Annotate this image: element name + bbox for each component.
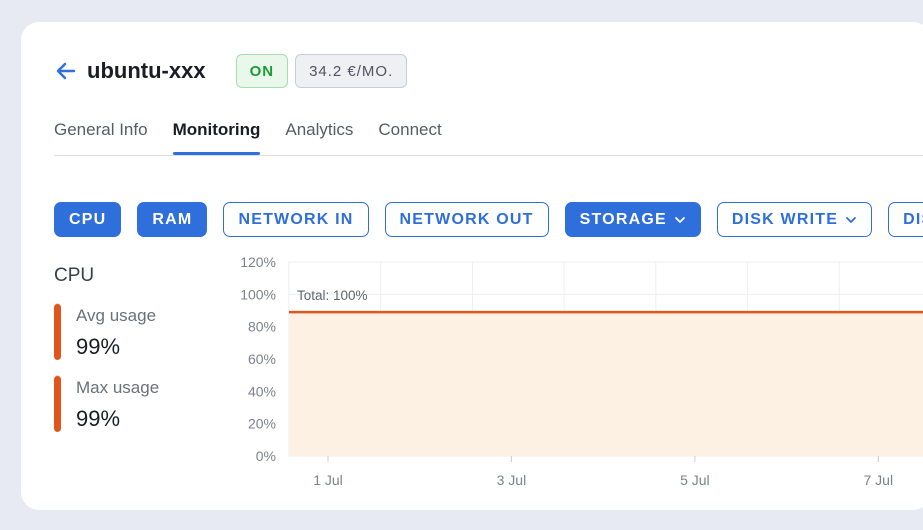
chevron-down-icon (674, 214, 686, 226)
metric-disk-write-button[interactable]: DISK WRITE (716, 202, 873, 237)
metric-network-in-label: NETWORK IN (238, 210, 354, 228)
metric-disk-read-button[interactable]: DIS (888, 202, 923, 237)
max-usage-label: Max usage (76, 378, 160, 397)
max-usage-fill (54, 375, 61, 432)
x-tick-label: 7 Jul (863, 472, 893, 488)
y-tick-label: 120% (240, 254, 276, 270)
tab-analytics[interactable]: Analytics (285, 118, 353, 155)
server-card: ubuntu-xxx ON 34.2 €/MO. General Info Mo… (21, 22, 923, 510)
tab-general-info[interactable]: General Info (54, 118, 148, 155)
metric-network-in-button[interactable]: NETWORK IN (223, 202, 369, 237)
avg-usage-label: Avg usage (76, 306, 157, 325)
avg-usage-fill (54, 303, 61, 360)
tab-connect[interactable]: Connect (378, 118, 441, 155)
y-tick-label: 80% (248, 319, 276, 335)
metric-title: CPU (54, 265, 95, 286)
metric-disk-read-label: DIS (903, 210, 923, 228)
tab-monitoring[interactable]: Monitoring (172, 118, 260, 155)
status-badge: ON (235, 54, 289, 88)
tabs-divider (54, 155, 923, 156)
metric-ram-button[interactable]: RAM (137, 202, 208, 237)
cpu-usage-chart: 0% 20% 40% 60% 80% 100% 120% Total: 100% 1 Jul 3 … (240, 254, 923, 488)
server-header: ubuntu-xxx ON 34.2 €/MO. (53, 54, 408, 88)
y-tick-label: 20% (248, 416, 276, 432)
tab-bar: General Info Monitoring Analytics Connec… (54, 118, 467, 155)
total-annotation: Total: 100% (297, 288, 368, 303)
metric-selector: CPU RAM NETWORK IN NETWORK OUT STORAGE D… (54, 202, 923, 237)
avg-usage-bar (54, 303, 61, 360)
x-tick-label: 1 Jul (313, 472, 343, 488)
max-usage-bar (54, 375, 61, 432)
y-tick-label: 60% (248, 351, 276, 367)
price-badge: 34.2 €/MO. (295, 54, 408, 88)
y-tick-label: 100% (240, 286, 276, 302)
server-title: ubuntu-xxx (87, 58, 206, 83)
avg-usage-stat: Avg usage 99% (54, 303, 156, 360)
metric-disk-write-label: DISK WRITE (731, 210, 839, 228)
max-usage-value: 99% (76, 406, 121, 431)
avg-usage-value: 99% (76, 334, 121, 359)
max-usage-stat: Max usage 99% (54, 375, 159, 432)
metric-storage-label: STORAGE (579, 210, 667, 228)
metric-ram-label: RAM (152, 210, 193, 228)
x-tick-label: 5 Jul (680, 472, 710, 488)
metric-cpu-button[interactable]: CPU (54, 202, 122, 237)
chevron-down-icon (845, 214, 857, 226)
metric-network-out-button[interactable]: NETWORK OUT (384, 202, 549, 237)
y-tick-label: 0% (256, 448, 276, 464)
metric-cpu-label: CPU (69, 210, 107, 228)
x-tick-label: 3 Jul (497, 472, 527, 488)
metric-network-out-label: NETWORK OUT (399, 210, 534, 228)
y-tick-label: 40% (248, 383, 276, 399)
series-area (289, 312, 923, 456)
metric-storage-button[interactable]: STORAGE (564, 202, 701, 237)
back-arrow-icon[interactable] (53, 58, 79, 84)
